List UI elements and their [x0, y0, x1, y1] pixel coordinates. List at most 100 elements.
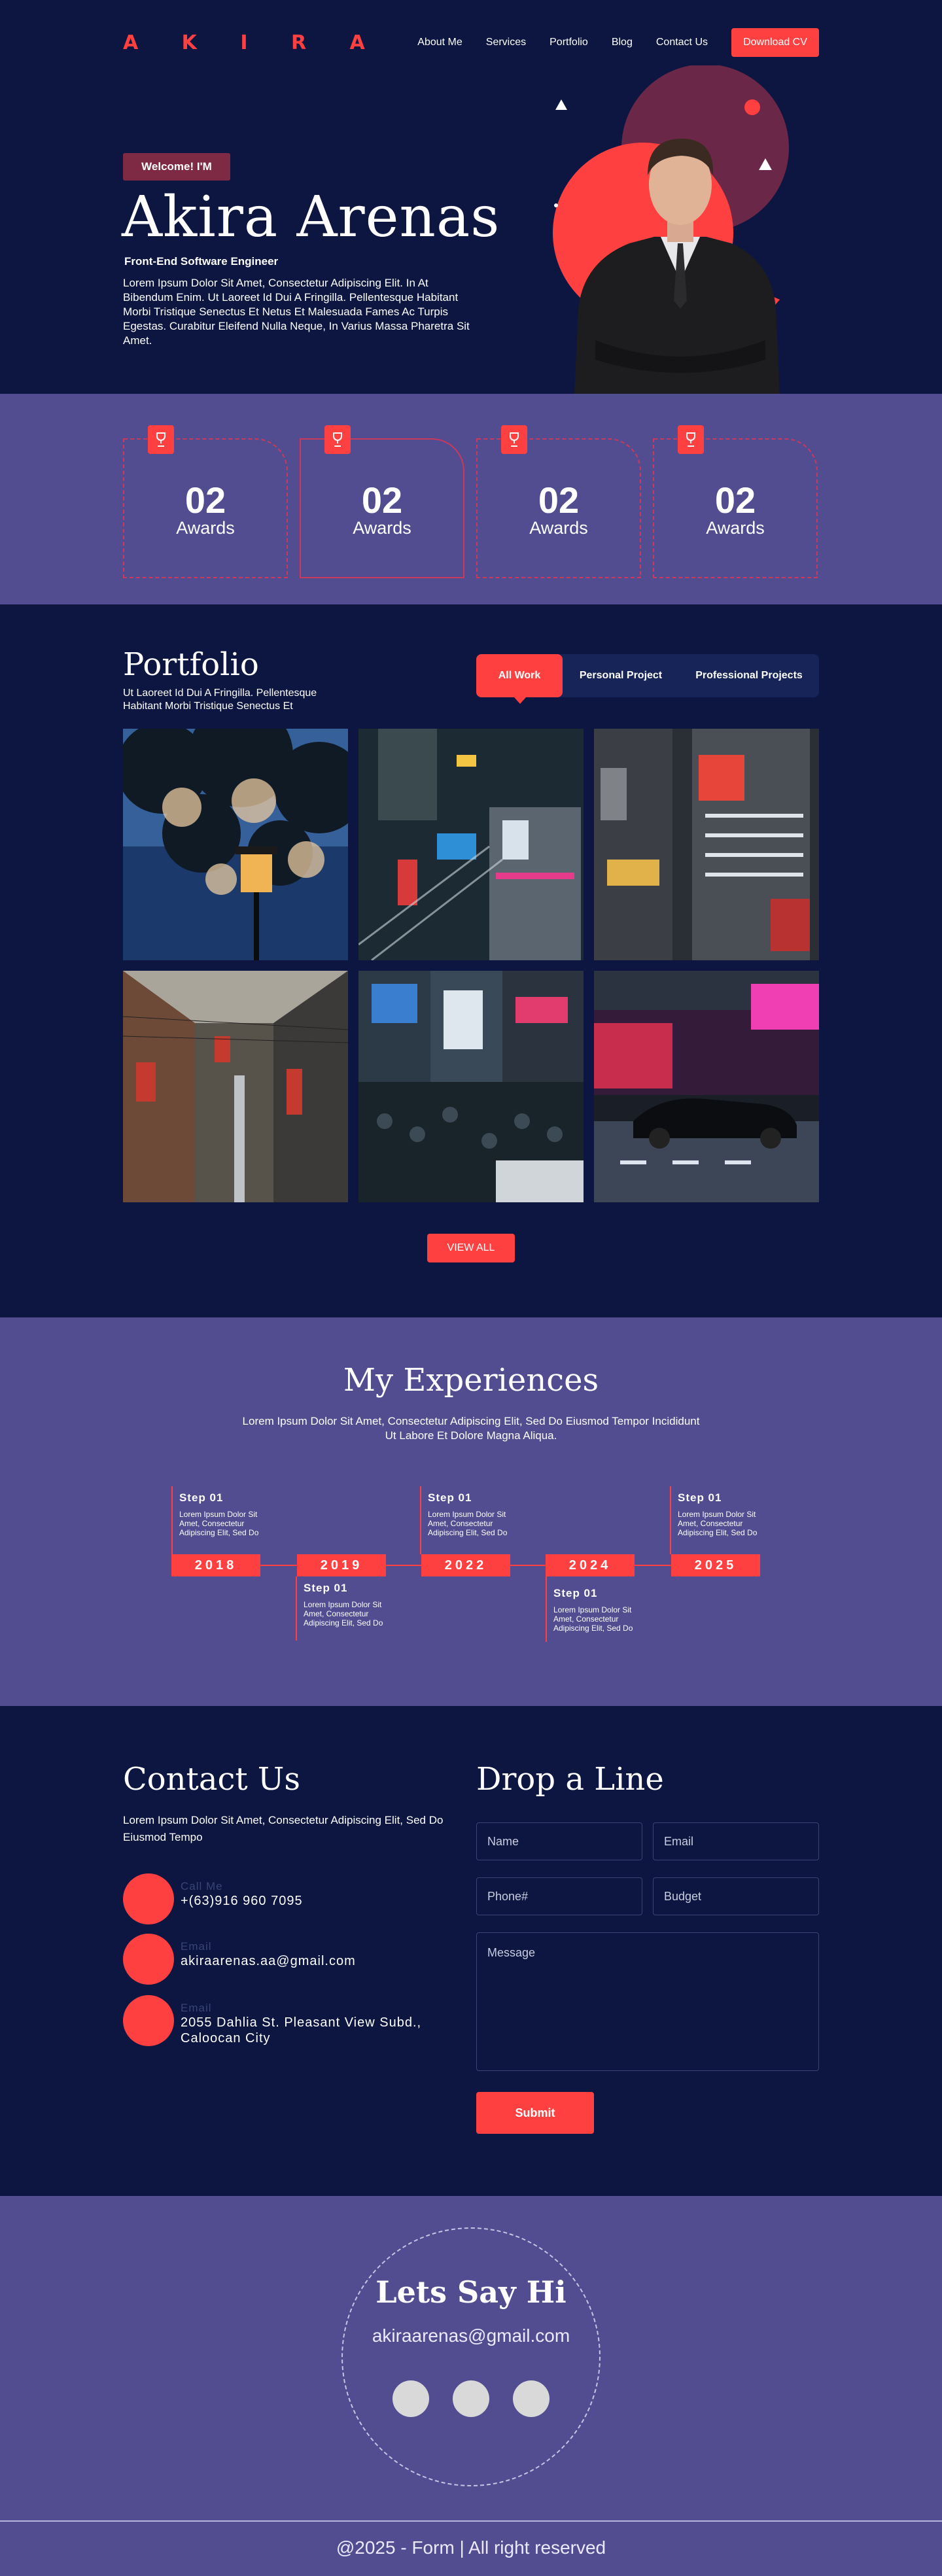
hi-circle: [341, 2227, 601, 2486]
portfolio-grid: [123, 729, 819, 1202]
tab-all-work[interactable]: All Work: [476, 654, 563, 704]
award-number: 02: [714, 479, 756, 521]
experience-title: My Experiences: [343, 1362, 599, 1399]
experience-subtitle: Lorem Ipsum Dolor Sit Amet, Consectetur …: [242, 1415, 700, 1442]
nav-menu: About Me Services Portfolio Blog Contact…: [417, 28, 819, 57]
footer-title: Lets Say Hi: [375, 2274, 567, 2310]
award-label: Awards: [176, 518, 235, 538]
portfolio-title: Portfolio: [123, 646, 259, 683]
submit-button[interactable]: Submit: [476, 2092, 594, 2134]
step-description: Lorem Ipsum Dolor Sit Amet, Consectetur …: [428, 1510, 508, 1537]
contact-email: Email akiraarenas.aa@gmail.com: [123, 1934, 476, 1985]
portfolio-photo[interactable]: [594, 971, 819, 1202]
trophy-icon: [324, 425, 351, 454]
hero-name: Akira Arenas: [122, 184, 500, 250]
year-badge: 2024: [546, 1554, 635, 1576]
social-icon[interactable]: [453, 2380, 489, 2417]
tab-professional-projects[interactable]: Professional Projects: [679, 654, 819, 697]
award-card: 02 Awards: [653, 425, 818, 578]
step-description: Lorem Ipsum Dolor Sit Amet, Consectetur …: [179, 1510, 259, 1537]
decor-triangle-icon: [555, 99, 567, 110]
tab-personal-project[interactable]: Personal Project: [563, 654, 679, 697]
year-badge: 2018: [171, 1554, 260, 1576]
footer-section: Lets Say Hi akiraarenas@gmail.com @2025 …: [0, 2196, 942, 2576]
award-number: 02: [184, 479, 226, 521]
contact-value[interactable]: akiraarenas.aa@gmail.com: [181, 1953, 356, 1969]
trophy-icon: [501, 425, 527, 454]
step-description: Lorem Ipsum Dolor Sit Amet, Consectetur …: [678, 1510, 758, 1537]
footer-email[interactable]: akiraarenas@gmail.com: [0, 2325, 942, 2346]
form-title: Drop a Line: [476, 1761, 664, 1798]
contact-value: 2055 Dahlia St. Pleasant View Subd., Cal…: [181, 2015, 422, 2045]
awards-section: 02 Awards 02 Awards 02 Awards 02 Awards: [0, 394, 942, 604]
name-field[interactable]: [476, 1822, 642, 1860]
year-badge: 2025: [671, 1554, 760, 1576]
timeline-step: Step 01 Lorem Ipsum Dolor Sit Amet, Cons…: [420, 1486, 518, 1554]
portfolio-photo[interactable]: [358, 971, 584, 1202]
welcome-badge: Welcome! I'M: [123, 153, 230, 181]
step-title: Step 01: [179, 1491, 224, 1504]
year-badge: 2022: [421, 1554, 510, 1576]
portfolio-photo[interactable]: [594, 729, 819, 960]
step-title: Step 01: [428, 1491, 472, 1504]
email-field[interactable]: [653, 1822, 819, 1860]
nav-portfolio[interactable]: Portfolio: [550, 37, 588, 48]
step-title: Step 01: [678, 1491, 722, 1504]
award-card: 02 Awards: [476, 425, 641, 578]
nav-contact[interactable]: Contact Us: [656, 37, 708, 48]
copyright: @2025 - Form | All right reserved: [336, 2537, 606, 2558]
hero-section: A K I R A About Me Services Portfolio Bl…: [0, 0, 942, 394]
award-card: 02 Awards: [123, 425, 288, 578]
decor-dot-small-icon: [554, 203, 558, 207]
footer-divider: [0, 2520, 942, 2522]
award-label: Awards: [706, 518, 765, 538]
logo[interactable]: A K I R A: [123, 31, 383, 54]
award-number: 02: [538, 479, 580, 521]
top-nav: A K I R A About Me Services Portfolio Bl…: [123, 28, 819, 57]
trophy-icon: [678, 425, 704, 454]
phone-field[interactable]: [476, 1877, 642, 1915]
contact-address: Email 2055 Dahlia St. Pleasant View Subd…: [123, 1995, 476, 2046]
hero-portrait: [553, 65, 789, 394]
hero-role: Front-End Software Engineer: [124, 255, 279, 268]
portfolio-tabs: All Work Personal Project Professional P…: [476, 654, 819, 704]
hero-description: Lorem Ipsum Dolor Sit Amet, Consectetur …: [123, 277, 470, 347]
nav-about[interactable]: About Me: [417, 37, 462, 48]
step-title: Step 01: [553, 1587, 598, 1599]
portfolio-photo[interactable]: [123, 971, 348, 1202]
contact-label: Email: [181, 2002, 212, 2014]
timeline-step: Step 01 Lorem Ipsum Dolor Sit Amet, Cons…: [296, 1576, 394, 1641]
portfolio-subtitle: Ut Laoreet Id Dui A Fringilla. Pellentes…: [123, 688, 317, 712]
social-icon[interactable]: [513, 2380, 550, 2417]
step-description: Lorem Ipsum Dolor Sit Amet, Consectetur …: [304, 1600, 383, 1627]
experience-section: My Experiences Lorem Ipsum Dolor Sit Ame…: [0, 1317, 942, 1706]
decor-dot-icon: [744, 99, 760, 115]
timeline-step: Step 01 Lorem Ipsum Dolor Sit Amet, Cons…: [670, 1486, 768, 1554]
social-icon[interactable]: [392, 2380, 429, 2417]
location-icon: [123, 1995, 174, 2046]
portfolio-section: Portfolio Ut Laoreet Id Dui A Fringilla.…: [0, 604, 942, 1317]
trophy-icon: [148, 425, 174, 454]
nav-blog[interactable]: Blog: [612, 37, 633, 48]
timeline-step: Step 01 Lorem Ipsum Dolor Sit Amet, Cons…: [171, 1486, 270, 1554]
portfolio-photo[interactable]: [358, 729, 584, 960]
award-number: 02: [361, 479, 403, 521]
nav-services[interactable]: Services: [486, 37, 526, 48]
contact-title: Contact Us: [123, 1761, 300, 1798]
message-field[interactable]: [476, 1932, 819, 2071]
step-title: Step 01: [304, 1582, 348, 1594]
timeline-step: Step 01 Lorem Ipsum Dolor Sit Amet, Cons…: [546, 1576, 644, 1642]
phone-icon: [123, 1873, 174, 1924]
year-badge: 2019: [297, 1554, 386, 1576]
portfolio-photo[interactable]: [123, 729, 348, 960]
view-all-button[interactable]: VIEW ALL: [427, 1234, 515, 1262]
award-card: 02 Awards: [300, 425, 464, 578]
award-label: Awards: [353, 518, 411, 538]
contact-subtitle: Lorem Ipsum Dolor Sit Amet, Consectetur …: [123, 1814, 444, 1843]
contact-phone: Call Me +(63)916 960 7095: [123, 1873, 476, 1924]
contact-value[interactable]: +(63)916 960 7095: [181, 1893, 303, 1909]
budget-field[interactable]: [653, 1877, 819, 1915]
download-cv-button[interactable]: Download CV: [731, 28, 819, 57]
email-icon: [123, 1934, 174, 1985]
contact-label: Call Me: [181, 1880, 223, 1892]
